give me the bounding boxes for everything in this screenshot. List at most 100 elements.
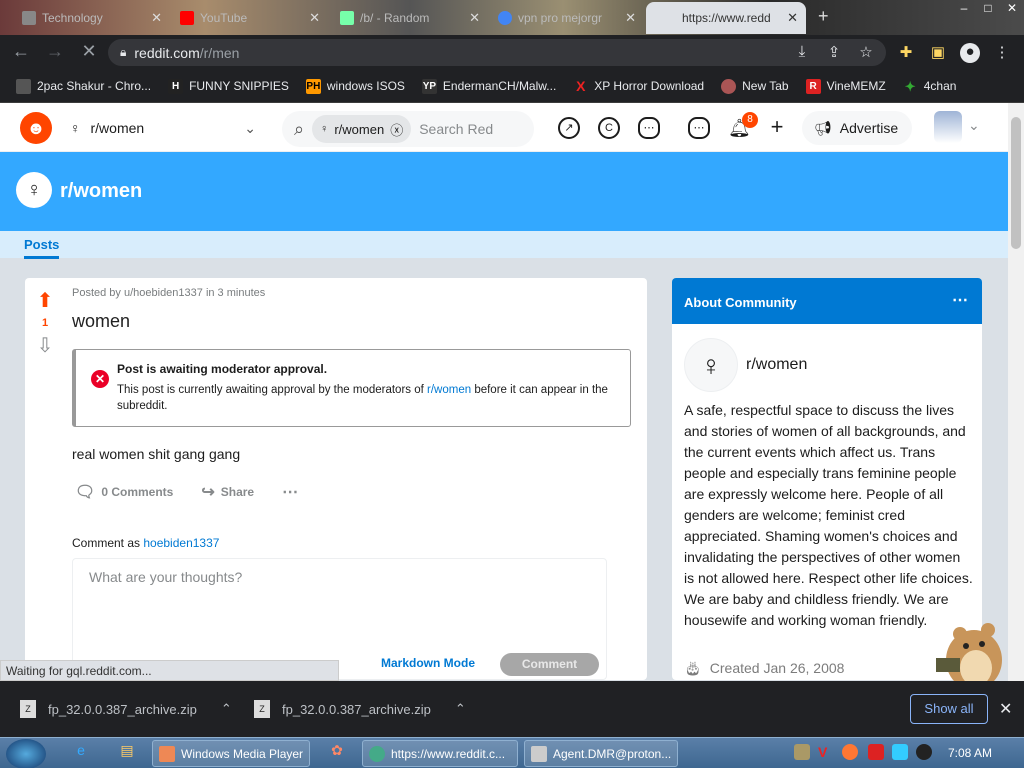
taskbar-item[interactable]: Agent.DMR@proton... — [524, 740, 678, 767]
page-scrollbar[interactable] — [1008, 103, 1024, 681]
chat-bubble-icon[interactable]: ⋯ — [638, 117, 660, 139]
back-icon[interactable]: ← — [6, 41, 36, 62]
search-input[interactable]: Search Red — [419, 121, 493, 137]
taskbar-item[interactable]: Windows Media Player — [152, 740, 310, 767]
markdown-mode-button[interactable]: Markdown Mode — [381, 656, 475, 670]
search-bar[interactable]: ⌕ ♀ r/women ⓧ Search Red — [282, 111, 534, 147]
tray-volume-icon[interactable] — [916, 744, 932, 760]
app-icon[interactable]: ✿ — [326, 742, 348, 764]
bookmark-favicon-icon: YP — [421, 78, 437, 94]
taskbar-item-label: Windows Media Player — [181, 746, 304, 761]
browser-tab[interactable]: Technology ✕ — [14, 2, 170, 34]
browser-tab[interactable]: YouTube ✕ — [172, 2, 328, 34]
post-title[interactable]: women — [72, 311, 130, 332]
comments-button[interactable]: 🗨︎ 0 Comments — [75, 482, 173, 502]
start-button[interactable] — [6, 739, 46, 768]
vote-column: ⬆ 1 ⇩ — [33, 288, 57, 358]
chevron-up-icon[interactable]: ⌃ — [221, 701, 232, 717]
internet-explorer-icon[interactable]: e — [70, 742, 92, 764]
taskbar-item-active[interactable]: https://www.reddit.c... — [362, 740, 518, 767]
advertise-label: Advertise — [839, 120, 899, 136]
tab-close-icon[interactable]: ✕ — [151, 10, 162, 26]
comment-as-user-link[interactable]: hoebiden1337 — [143, 536, 219, 550]
bookmark-item[interactable]: 2pac Shakur - Chro... — [16, 78, 151, 94]
scrollbar-thumb[interactable] — [1011, 117, 1021, 249]
minimize-icon[interactable]: – — [952, 0, 976, 18]
tab-close-icon[interactable]: ✕ — [309, 10, 320, 26]
bookmark-item[interactable]: ✦ 4chan — [903, 79, 957, 94]
zip-file-icon: Z — [254, 700, 270, 718]
bookmark-item[interactable]: H FUNNY SNIPPIES — [168, 78, 289, 94]
reddit-header: ☻ ♀ r/women ⌄ ⌕ ♀ r/women ⓧ Search Red ↗… — [0, 103, 1008, 152]
chevron-down-icon[interactable]: ⌄ — [968, 117, 980, 134]
post-actions: 🗨︎ 0 Comments ↪ Share ⋯ — [75, 482, 298, 502]
bookmark-star-icon[interactable]: ☆ — [856, 43, 876, 63]
bookmark-item[interactable]: PH windows ISOS — [305, 78, 405, 94]
tab-posts[interactable]: Posts — [24, 237, 60, 259]
extensions-icon[interactable]: ✚ — [896, 43, 916, 63]
more-dots-icon[interactable]: ⋯ — [952, 290, 968, 310]
downvote-icon[interactable]: ⇩ — [33, 333, 57, 358]
browser-tab[interactable]: /b/ - Random ✕ — [332, 2, 488, 34]
show-all-button[interactable]: Show all — [910, 694, 988, 724]
google-icon — [498, 11, 512, 25]
share-icon[interactable]: ⇪ — [824, 43, 844, 63]
chat-icon[interactable]: ⋯ — [688, 117, 710, 139]
tray-search-icon[interactable] — [842, 744, 858, 760]
advertise-button[interactable]: 📢︎ Advertise — [802, 111, 912, 145]
coins-icon[interactable]: C — [598, 117, 620, 139]
share-button[interactable]: ↪ Share — [201, 482, 254, 502]
bookmark-item[interactable]: R VineMEMZ — [805, 78, 886, 94]
reddit-logo-icon[interactable]: ☻ — [20, 112, 52, 144]
notification-badge: 8 — [742, 112, 758, 128]
popular-icon[interactable]: ↗ — [558, 117, 580, 139]
browser-tab-active[interactable]: https://www.redd ✕ — [646, 2, 806, 34]
forward-icon[interactable]: → — [40, 41, 70, 62]
chip-remove-icon[interactable]: ⓧ — [390, 120, 403, 139]
tab-close-icon[interactable]: ✕ — [469, 10, 480, 26]
community-name[interactable]: r/women — [746, 356, 807, 374]
comment-as: Comment as hoebiden1337 — [72, 536, 219, 550]
tab-close-icon[interactable]: ✕ — [787, 10, 798, 26]
upvote-icon[interactable]: ⬆ — [33, 288, 57, 313]
female-symbol-icon: ♀ — [320, 123, 329, 135]
bookmark-item[interactable]: YP EndermanCH/Malw... — [421, 78, 556, 94]
comment-input[interactable]: What are your thoughts? — [89, 569, 242, 585]
notice-community-link[interactable]: r/women — [427, 384, 471, 396]
close-icon[interactable]: ✕ — [999, 699, 1012, 719]
system-clock: 7:08 AM — [948, 746, 993, 760]
download-item[interactable]: Z fp_32.0.0.387_archive.zip ⌃ — [254, 700, 466, 718]
tray-v-icon[interactable]: V — [818, 744, 834, 760]
tab-close-icon[interactable]: ✕ — [625, 10, 636, 26]
sidepanel-icon[interactable]: ▣ — [928, 43, 948, 63]
folder-icon[interactable]: ▤ — [116, 742, 138, 764]
new-tab-icon[interactable]: + — [818, 6, 829, 27]
comment-as-label: Comment as — [72, 536, 144, 550]
more-options-button[interactable]: ⋯ — [282, 482, 298, 502]
maximize-icon[interactable]: □ — [976, 0, 1000, 18]
address-bar[interactable]: 🔒︎ reddit.com/r/men — [108, 39, 886, 66]
download-item[interactable]: Z fp_32.0.0.387_archive.zip ⌃ — [20, 700, 232, 718]
chrome-icon — [369, 745, 385, 762]
community-selector[interactable]: ♀ r/women ⌄ — [70, 115, 256, 141]
close-window-icon[interactable]: ✕ — [1000, 0, 1024, 18]
profile-icon[interactable]: ● — [960, 43, 980, 63]
install-icon[interactable]: ⤓ — [792, 43, 812, 63]
browser-tab[interactable]: vpn pro mejorgr ✕ — [490, 2, 644, 34]
female-symbol-icon: ♀ — [16, 172, 52, 208]
comment-button[interactable]: Comment — [500, 653, 599, 676]
tray-hamster-icon[interactable] — [794, 744, 810, 760]
chevron-up-icon[interactable]: ⌃ — [455, 701, 466, 717]
bookmark-item[interactable]: New Tab — [721, 78, 789, 94]
menu-dots-icon[interactable]: ⋮ — [992, 43, 1012, 63]
create-post-icon[interactable]: + — [766, 116, 788, 139]
stop-loading-icon[interactable]: ✕ — [74, 41, 104, 62]
bookmark-item[interactable]: X XP Horror Download — [573, 78, 704, 94]
tray-display-icon[interactable] — [892, 744, 908, 760]
tab-favicon-icon — [22, 11, 36, 25]
search-community-chip[interactable]: ♀ r/women ⓧ — [312, 115, 412, 143]
bookmark-favicon-icon: H — [168, 78, 184, 94]
user-avatar[interactable] — [934, 111, 962, 143]
tray-flag-icon[interactable] — [868, 744, 884, 760]
bookmark-favicon-icon: R — [805, 78, 821, 94]
